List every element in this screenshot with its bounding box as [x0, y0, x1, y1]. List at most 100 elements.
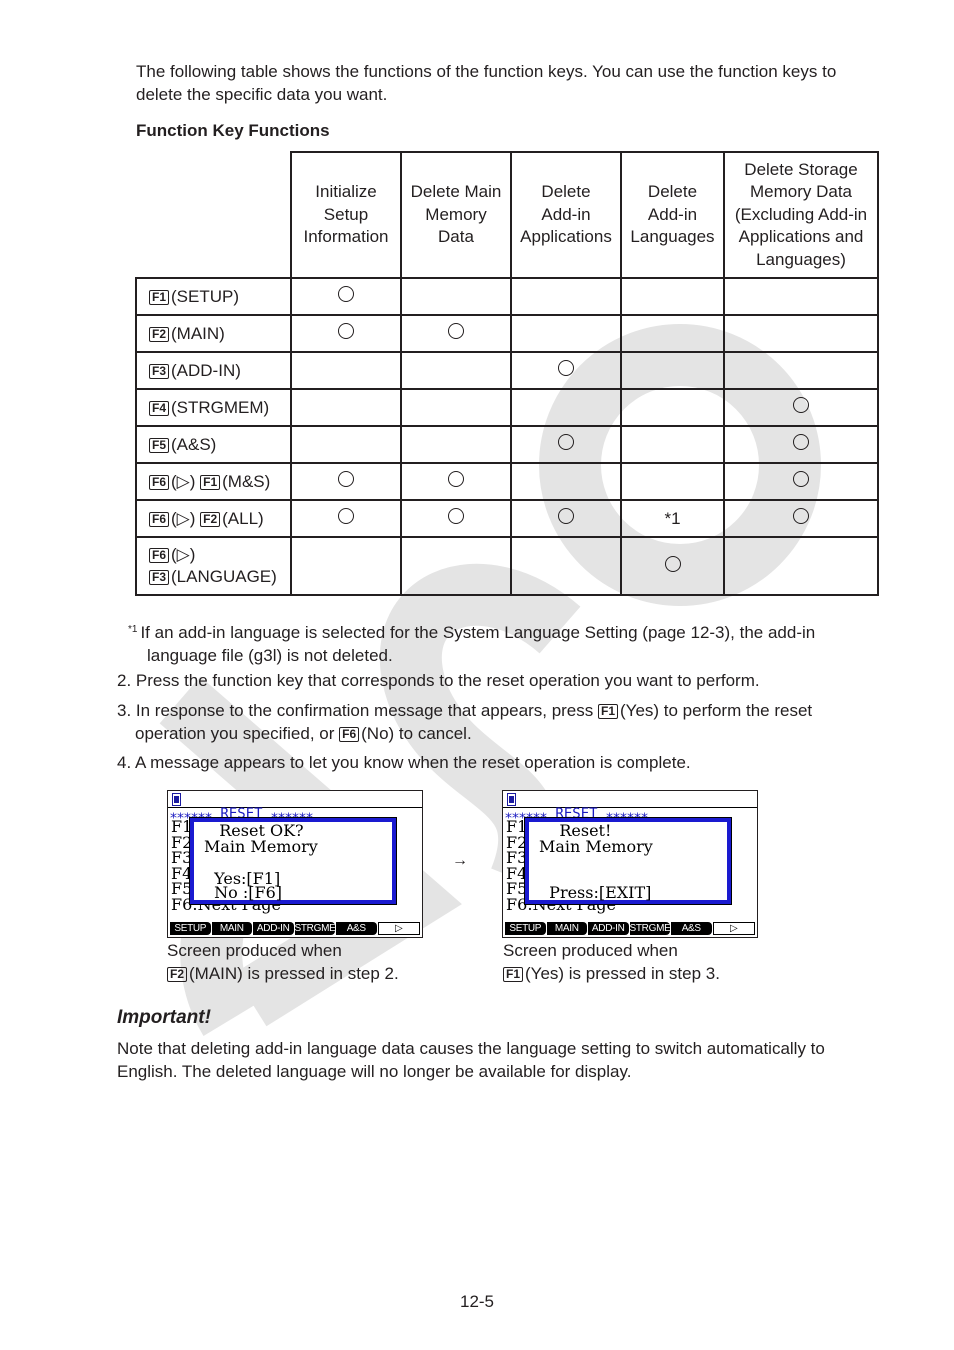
next-page-arrow-icon: (▷) — [171, 545, 196, 564]
column-header-line: Delete — [647, 182, 698, 202]
table-cell — [400, 277, 512, 316]
table-cell — [620, 314, 725, 353]
table-cell — [510, 388, 622, 427]
soft-key-label: MAIN — [211, 922, 252, 935]
column-header-line: Applications and — [738, 227, 864, 247]
table-cell — [723, 499, 879, 538]
function-key-cell: F3 (ADD-IN) — [135, 351, 292, 390]
circle-mark-icon — [793, 471, 809, 487]
soft-key-label: A&S — [671, 922, 712, 935]
soft-key-label: A&S — [336, 922, 377, 935]
dialog-line: Main Memory — [204, 837, 318, 856]
function-key-label: (ALL) — [222, 508, 264, 528]
column-header-line: Setup — [323, 204, 369, 224]
table-cell — [510, 314, 622, 353]
table-cell — [723, 462, 879, 501]
table-cell — [510, 462, 622, 501]
battery-icon — [172, 793, 181, 806]
soft-key-label: ADD-IN — [253, 922, 294, 935]
step-3: 3. In response to the confirmation messa… — [117, 699, 887, 745]
table-header-row: Initialize Setup Information Delete Main Me… — [136, 151, 879, 279]
soft-key-label: STRGMEM — [294, 922, 335, 935]
function-key-label: (A&S) — [171, 434, 217, 454]
column-header-line: Memory Data — [749, 182, 853, 202]
table-cell — [400, 462, 512, 501]
function-key-label: (MAIN) — [171, 323, 225, 343]
column-header: Delete Storage Memory Data (Excluding Add-… — [723, 151, 879, 279]
table-cell — [620, 462, 725, 501]
dialog-line: Main Memory — [539, 837, 653, 856]
column-header-line: Languages) — [756, 249, 846, 269]
calculator-screen: ⁎⁎⁎⁎⁎⁎ RESET ⁎⁎⁎⁎⁎⁎ F1 F2 F3 F4 F5 F6:Next Pag… — [502, 790, 758, 938]
column-header: Initialize Setup Information — [290, 151, 402, 279]
f6-key-icon: F6 — [149, 548, 169, 563]
caption-line-2: F2 (MAIN) is pressed in step 2. — [167, 962, 399, 985]
function-key-cell: F2 (MAIN) — [135, 314, 292, 353]
function-key-table: Initialize Setup Information Delete Main Me… — [135, 151, 879, 596]
function-key-cell: F6 (▷) F1 (M&S) — [135, 462, 292, 501]
function-key-bar: SETUPMAINADD-INSTRGMEMA&S▷ — [170, 922, 420, 935]
circle-mark-icon — [558, 434, 574, 450]
table-cell — [510, 499, 622, 538]
circle-mark-icon — [338, 508, 354, 524]
table-row: F5 (A&S) — [135, 425, 879, 464]
table-cell: *1 — [620, 499, 725, 538]
function-key-label: (LANGUAGE) — [171, 567, 277, 586]
column-header-line: Initialize — [315, 182, 377, 202]
table-cell — [510, 536, 622, 596]
table-cell — [290, 351, 402, 390]
function-key-bar: SETUPMAINADD-INSTRGMEMA&S▷ — [505, 922, 755, 935]
table-cell — [723, 425, 879, 464]
circle-mark-icon — [793, 397, 809, 413]
table-cell — [510, 425, 622, 464]
table-cell — [400, 388, 512, 427]
page-number: 12-5 — [459, 1292, 495, 1311]
column-header-line: (Excluding Add-in — [734, 204, 868, 224]
column-header-line: Delete Storage — [744, 159, 858, 179]
circle-mark-icon — [338, 471, 354, 487]
table-row: F6 (▷) F1 (M&S) — [135, 462, 879, 501]
table-row: F1 (SETUP) — [135, 277, 879, 316]
column-header: Delete Main Memory Data — [400, 151, 512, 279]
caption-text: (MAIN) is pressed in step 2. — [189, 964, 399, 983]
table-cell — [400, 499, 512, 538]
f6-key-icon: F6 — [339, 727, 360, 742]
f2-key-icon: F2 — [167, 967, 187, 982]
table-cell — [290, 314, 402, 353]
footnote-marker: *1 — [128, 624, 138, 635]
soft-key-label: STRGMEM — [629, 922, 670, 935]
section-title: Function Key Functions — [136, 121, 330, 140]
circle-mark-icon — [448, 323, 464, 339]
column-header-line: Applications — [520, 227, 612, 247]
caption-line-1: Screen produced when — [167, 941, 342, 960]
circle-mark-icon — [558, 360, 574, 376]
table-cell — [400, 351, 512, 390]
table-cell — [620, 536, 725, 596]
table-cell — [510, 277, 622, 316]
circle-mark-icon — [664, 555, 681, 572]
table-row: F2 (MAIN) — [135, 314, 879, 353]
table-cell — [400, 536, 512, 596]
circle-mark-icon — [793, 508, 809, 524]
battery-icon — [507, 793, 516, 806]
soft-key-label: SETUP — [170, 922, 211, 935]
function-key-cell: F6 (▷) F2 (ALL) — [135, 499, 292, 538]
column-header-line: Data — [438, 227, 474, 247]
next-page-arrow-icon: (▷) — [171, 471, 196, 491]
table-cell — [620, 277, 725, 316]
table-cell — [400, 425, 512, 464]
next-page-arrow-icon: (▷) — [171, 508, 196, 528]
footnote-reference: *1 — [664, 508, 681, 528]
function-key-cell: F6 (▷) F3 (LANGUAGE) — [135, 536, 292, 596]
f6-key-icon: F6 — [149, 511, 169, 527]
column-header-line: Memory — [425, 204, 487, 224]
f3-key-icon: F3 — [149, 363, 169, 379]
table-cell — [290, 536, 402, 596]
function-key-label: (STRGMEM) — [171, 397, 270, 417]
circle-mark-icon — [793, 434, 809, 450]
soft-key-label: ADD-IN — [588, 922, 629, 935]
footnote-line-2: language file (g3l) is not deleted. — [147, 646, 393, 665]
table-cell — [510, 351, 622, 390]
step-3-text-d: (No) to cancel. — [361, 724, 472, 743]
dialog-line: Press:[EXIT] — [539, 883, 652, 902]
